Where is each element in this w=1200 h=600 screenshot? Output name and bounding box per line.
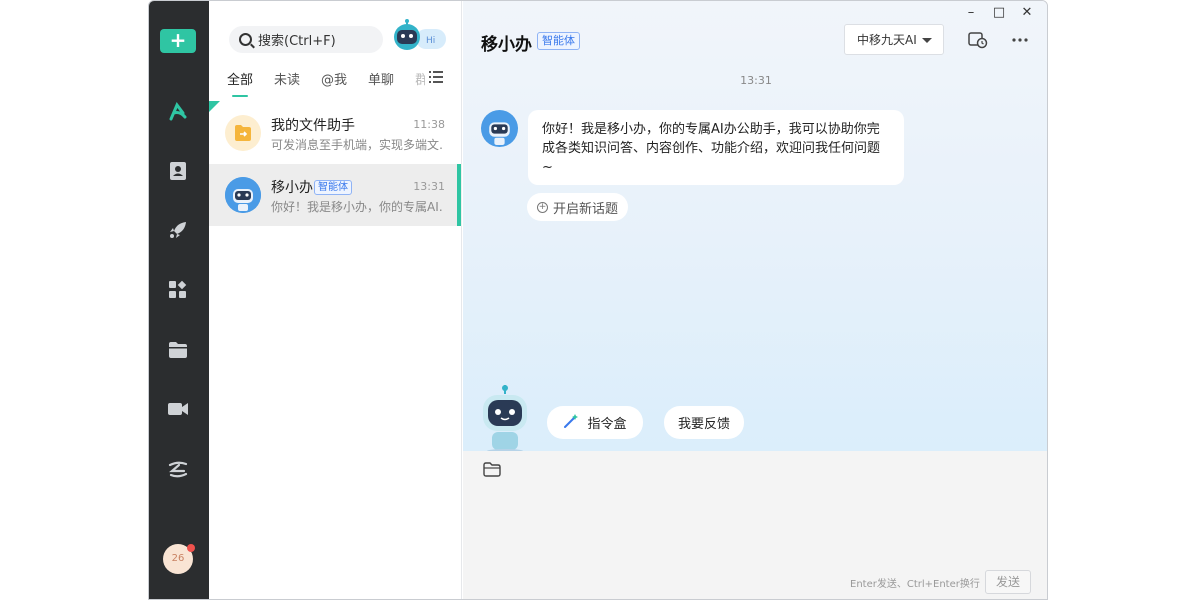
search-input[interactable]: 搜索(Ctrl+F)	[229, 26, 383, 53]
conversation-name: 我的文件助手	[271, 118, 355, 134]
conversation-panel: 搜索(Ctrl+F) Hi 全部 未读 @我 单聊 群	[209, 1, 462, 599]
magic-wand-icon	[563, 413, 579, 433]
apps-icon[interactable]	[167, 279, 189, 301]
tab-unread[interactable]: 未读	[274, 69, 300, 97]
side-rail: + 26	[149, 1, 209, 599]
video-icon[interactable]	[167, 398, 189, 420]
plus-circle-icon: +	[537, 201, 548, 213]
chat-area: – □ ✕ 移小办 智能体 中移九天AI 13:31 你好！我是移小办，你的专属…	[463, 1, 1047, 599]
agent-badge: 智能体	[537, 32, 580, 50]
filter-tabs: 全部 未读 @我 单聊 群	[227, 69, 443, 97]
mascot-icon[interactable]	[477, 385, 533, 453]
conversation-time: 13:31	[413, 180, 445, 193]
model-select[interactable]: 中移九天AI	[844, 24, 944, 55]
input-hint: Enter发送、Ctrl+Enter换行	[850, 579, 980, 590]
folder-icon[interactable]	[167, 339, 189, 361]
conversation-preview: 可发消息至手机端，实现多端文…	[271, 138, 443, 152]
search-icon	[239, 33, 252, 46]
conversation-preview: 你好！我是移小办，你的专属AI…	[271, 200, 443, 214]
tab-group[interactable]: 群	[415, 69, 425, 97]
file-assistant-avatar	[225, 115, 261, 151]
hi-label: Hi	[426, 36, 435, 46]
more-icon[interactable]	[1011, 31, 1031, 49]
tab-mentions[interactable]: @我	[321, 69, 347, 97]
feedback-button[interactable]: 我要反馈	[664, 406, 744, 439]
app-window: + 26 搜索(Ctrl+F) Hi 全部 未读 @我 单聊 我的文件助手 11…	[148, 0, 1048, 600]
bot-avatar	[225, 177, 261, 213]
list-menu-icon[interactable]	[429, 71, 443, 83]
bot-avatar	[481, 110, 518, 147]
message-composer[interactable]: Enter发送、Ctrl+Enter换行 发送	[463, 451, 1047, 599]
conversation-item-yixiaoban[interactable]: 移小办 智能体 13:31 你好！我是移小办，你的专属AI…	[209, 164, 462, 226]
new-topic-button[interactable]: + 开启新话题	[527, 193, 629, 221]
chat-title: 移小办	[481, 35, 532, 55]
selection-indicator	[457, 164, 461, 226]
model-select-value: 中移九天AI	[857, 33, 917, 47]
search-placeholder: 搜索(Ctrl+F)	[258, 34, 336, 49]
agent-badge: 智能体	[314, 180, 352, 195]
history-icon[interactable]	[968, 31, 988, 49]
new-topic-label: 开启新话题	[553, 201, 619, 217]
cloud-icon[interactable]	[167, 458, 189, 480]
message-timestamp: 13:31	[740, 74, 772, 87]
tab-all[interactable]: 全部	[227, 69, 253, 97]
conversation-time: 11:38	[413, 118, 445, 131]
chat-header: 移小办 智能体 中移九天AI	[463, 1, 1047, 63]
chevron-down-icon	[922, 38, 932, 43]
logo-icon[interactable]	[167, 101, 189, 123]
send-button[interactable]: 发送	[985, 570, 1031, 594]
rocket-icon[interactable]	[167, 219, 189, 241]
new-button[interactable]: +	[160, 29, 196, 53]
conversation-name: 移小办	[271, 180, 313, 196]
command-box-button[interactable]: 指令盒	[547, 406, 643, 439]
conversation-item-file-assistant[interactable]: 我的文件助手 11:38 可发消息至手机端，实现多端文…	[209, 102, 462, 164]
notification-dot	[187, 544, 195, 552]
tab-private[interactable]: 单聊	[368, 69, 394, 97]
hi-assistant-button[interactable]: Hi	[392, 19, 446, 55]
attach-folder-icon[interactable]	[483, 462, 501, 477]
contacts-icon[interactable]	[167, 160, 189, 182]
message-bubble: 你好！我是移小办，你的专属AI办公助手，我可以协助你完成各类知识问答、内容创作、…	[528, 110, 904, 185]
command-box-label: 指令盒	[587, 417, 627, 432]
